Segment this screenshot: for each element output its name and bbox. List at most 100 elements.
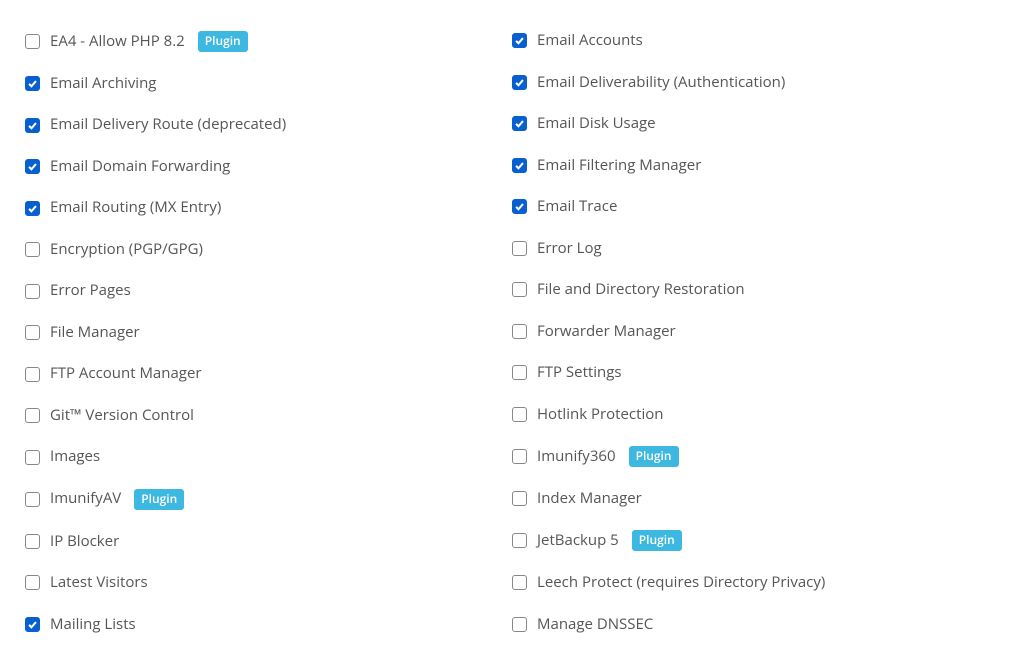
feature-item: Email Trace: [512, 186, 999, 228]
feature-checkbox[interactable]: [512, 199, 527, 214]
feature-label: Forwarder Manager: [537, 322, 676, 342]
feature-item: Images: [25, 436, 512, 478]
feature-label: IP Blocker: [50, 532, 119, 552]
feature-checkbox[interactable]: [25, 408, 40, 423]
feature-item: Encryption (PGP/GPG): [25, 229, 512, 271]
feature-label: Index Manager: [537, 489, 642, 509]
plugin-badge: Plugin: [134, 489, 184, 510]
feature-column-left: EA4 - Allow PHP 8.2 Plugin Email Archiving…: [25, 20, 512, 645]
feature-checkbox[interactable]: [512, 75, 527, 90]
feature-label: Email Trace: [537, 197, 617, 217]
feature-label: Email Routing (MX Entry): [50, 198, 221, 218]
feature-item: Mailing Lists: [25, 604, 512, 646]
feature-item: JetBackup 5 Plugin: [512, 519, 999, 562]
feature-checkbox[interactable]: [512, 449, 527, 464]
feature-item: Leech Protect (requires Directory Privac…: [512, 562, 999, 604]
feature-checkbox[interactable]: [25, 201, 40, 216]
feature-label: Email Domain Forwarding: [50, 157, 230, 177]
feature-label: File and Directory Restoration: [537, 280, 745, 300]
plugin-badge: Plugin: [629, 446, 679, 467]
feature-checkbox[interactable]: [512, 491, 527, 506]
feature-item: Hotlink Protection: [512, 394, 999, 436]
feature-checkbox[interactable]: [512, 33, 527, 48]
feature-checkbox[interactable]: [512, 575, 527, 590]
feature-checkbox[interactable]: [512, 617, 527, 632]
plugin-badge: Plugin: [198, 31, 248, 52]
feature-label: Latest Visitors: [50, 573, 148, 593]
feature-item: Email Filtering Manager: [512, 145, 999, 187]
check-icon: [27, 203, 38, 214]
feature-list-grid: EA4 - Allow PHP 8.2 Plugin Email Archiving…: [25, 20, 999, 645]
feature-label: File Manager: [50, 323, 140, 343]
feature-item: Email Domain Forwarding: [25, 146, 512, 188]
feature-checkbox[interactable]: [512, 407, 527, 422]
feature-column-right: Email Accounts Email Deliverability (Auth…: [512, 20, 999, 645]
feature-item: File and Directory Restoration: [512, 269, 999, 311]
feature-label: Imunify360: [537, 447, 616, 467]
feature-checkbox[interactable]: [512, 158, 527, 173]
check-icon: [514, 118, 525, 129]
feature-checkbox[interactable]: [512, 365, 527, 380]
feature-item: Git™ Version Control: [25, 395, 512, 437]
check-icon: [27, 161, 38, 172]
feature-item: Manage DNSSEC: [512, 604, 999, 646]
feature-label: ImunifyAV: [50, 489, 121, 509]
feature-checkbox[interactable]: [25, 325, 40, 340]
feature-label: Error Log: [537, 239, 602, 259]
feature-item: Forwarder Manager: [512, 311, 999, 353]
feature-item: Email Archiving: [25, 63, 512, 105]
check-icon: [514, 35, 525, 46]
feature-checkbox[interactable]: [25, 159, 40, 174]
feature-checkbox[interactable]: [512, 533, 527, 548]
feature-item: Latest Visitors: [25, 562, 512, 604]
feature-label: Manage DNSSEC: [537, 615, 653, 635]
feature-checkbox[interactable]: [25, 76, 40, 91]
feature-item: ImunifyAV Plugin: [25, 478, 512, 521]
feature-checkbox[interactable]: [512, 116, 527, 131]
feature-label: Git™ Version Control: [50, 406, 194, 426]
feature-item: Email Deliverability (Authentication): [512, 62, 999, 104]
feature-checkbox[interactable]: [25, 284, 40, 299]
feature-label: Leech Protect (requires Directory Privac…: [537, 573, 825, 593]
feature-checkbox[interactable]: [25, 575, 40, 590]
feature-item: FTP Account Manager: [25, 353, 512, 395]
feature-checkbox[interactable]: [25, 450, 40, 465]
feature-item: IP Blocker: [25, 521, 512, 563]
feature-label: EA4 - Allow PHP 8.2: [50, 32, 185, 52]
feature-item: Email Routing (MX Entry): [25, 187, 512, 229]
feature-label: FTP Settings: [537, 363, 622, 383]
plugin-badge: Plugin: [632, 530, 682, 551]
feature-checkbox[interactable]: [25, 617, 40, 632]
feature-checkbox[interactable]: [25, 492, 40, 507]
feature-item: Index Manager: [512, 478, 999, 520]
feature-item: Imunify360 Plugin: [512, 435, 999, 478]
feature-label: Email Archiving: [50, 74, 156, 94]
feature-checkbox[interactable]: [25, 34, 40, 49]
feature-checkbox[interactable]: [25, 242, 40, 257]
feature-label: Hotlink Protection: [537, 405, 663, 425]
feature-checkbox[interactable]: [512, 241, 527, 256]
feature-label: Email Filtering Manager: [537, 156, 701, 176]
feature-label: Email Accounts: [537, 31, 643, 51]
feature-label: JetBackup 5: [537, 531, 619, 551]
feature-checkbox[interactable]: [512, 324, 527, 339]
feature-label: Images: [50, 447, 100, 467]
feature-item: Email Delivery Route (deprecated): [25, 104, 512, 146]
check-icon: [27, 78, 38, 89]
feature-label: Error Pages: [50, 281, 131, 301]
feature-checkbox[interactable]: [25, 118, 40, 133]
check-icon: [27, 619, 38, 630]
check-icon: [514, 201, 525, 212]
feature-item: FTP Settings: [512, 352, 999, 394]
feature-checkbox[interactable]: [512, 282, 527, 297]
check-icon: [514, 160, 525, 171]
check-icon: [514, 77, 525, 88]
feature-label: Email Delivery Route (deprecated): [50, 115, 286, 135]
feature-label: Email Deliverability (Authentication): [537, 73, 785, 93]
feature-checkbox[interactable]: [25, 534, 40, 549]
feature-label: FTP Account Manager: [50, 364, 202, 384]
feature-item: Error Pages: [25, 270, 512, 312]
feature-label: Encryption (PGP/GPG): [50, 240, 203, 260]
feature-item: File Manager: [25, 312, 512, 354]
feature-checkbox[interactable]: [25, 367, 40, 382]
